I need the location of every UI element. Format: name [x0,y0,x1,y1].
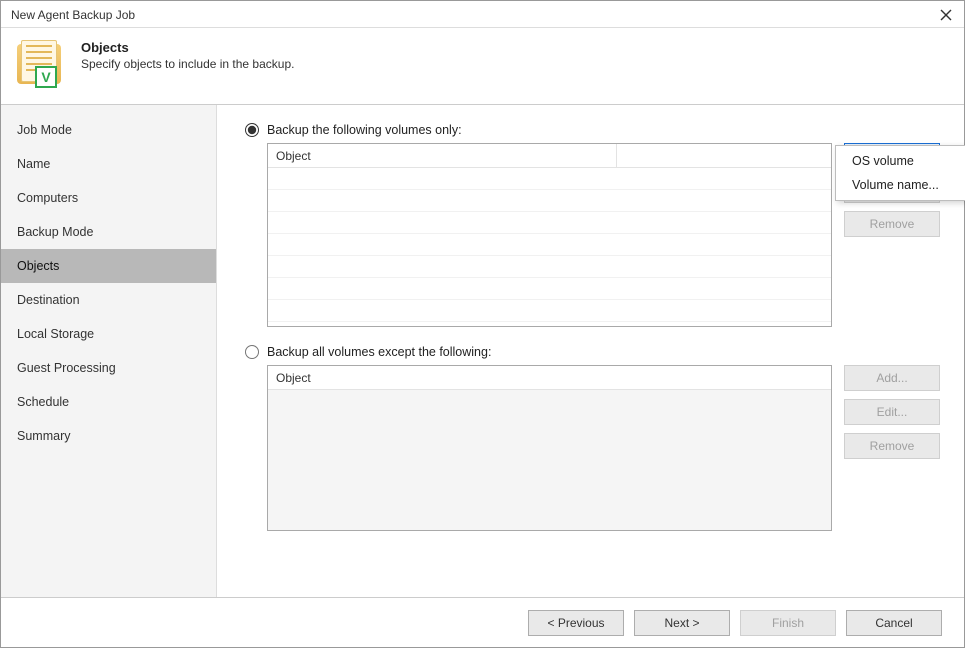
table-row[interactable] [268,190,831,212]
sidebar-item-label: Backup Mode [17,225,93,239]
sidebar-item-label: Local Storage [17,327,94,341]
option-include-volumes[interactable]: Backup the following volumes only: [245,123,940,137]
sidebar-item-destination[interactable]: Destination [1,283,216,317]
add-exclude-button: Add... [844,365,940,391]
sidebar-item-label: Name [17,157,50,171]
sidebar-item-label: Job Mode [17,123,72,137]
sidebar-item-schedule[interactable]: Schedule [1,385,216,419]
radio-include-volumes[interactable] [245,123,259,137]
objects-icon: V [15,38,67,90]
remove-exclude-button: Remove [844,433,940,459]
add-dropdown-menu[interactable]: OS volume Volume name... [835,145,965,201]
sidebar-item-label: Guest Processing [17,361,116,375]
exclude-table: Object [267,365,832,531]
remove-include-button: Remove [844,211,940,237]
close-icon[interactable] [938,7,954,23]
dropdown-item-volume-name[interactable]: Volume name... [836,173,965,197]
veeam-badge-icon: V [35,66,57,88]
exclude-table-header: Object [268,366,831,390]
header-texts: Objects Specify objects to include in th… [81,38,294,71]
sidebar-item-job-mode[interactable]: Job Mode [1,113,216,147]
wizard-body: Job Mode Name Computers Backup Mode Obje… [1,105,964,597]
exclude-buttons: Add... Edit... Remove [844,365,940,531]
sidebar-item-label: Summary [17,429,70,443]
option-include-label: Backup the following volumes only: [267,123,462,137]
include-table-header: Object [268,144,831,168]
sidebar-item-label: Objects [17,259,59,273]
sidebar-item-backup-mode[interactable]: Backup Mode [1,215,216,249]
wizard-window: New Agent Backup Job V Objects Specify o… [0,0,965,648]
sidebar-item-name[interactable]: Name [1,147,216,181]
sidebar-item-label: Computers [17,191,78,205]
sidebar-item-guest-processing[interactable]: Guest Processing [1,351,216,385]
titlebar: New Agent Backup Job [1,1,964,28]
previous-button[interactable]: < Previous [528,610,624,636]
wizard-content: Backup the following volumes only: Objec… [217,105,964,597]
sidebar-item-summary[interactable]: Summary [1,419,216,453]
window-title: New Agent Backup Job [11,8,135,22]
radio-exclude-volumes[interactable] [245,345,259,359]
next-button[interactable]: Next > [634,610,730,636]
exclude-panel: Object Add... Edit... Remove [267,365,940,531]
sidebar-item-local-storage[interactable]: Local Storage [1,317,216,351]
wizard-sidebar: Job Mode Name Computers Backup Mode Obje… [1,105,217,597]
include-column-object: Object [268,144,617,167]
sidebar-item-computers[interactable]: Computers [1,181,216,215]
finish-button: Finish [740,610,836,636]
page-title: Objects [81,40,294,55]
include-table-rows [268,168,831,322]
option-exclude-volumes[interactable]: Backup all volumes except the following: [245,345,940,359]
sidebar-item-label: Destination [17,293,80,307]
edit-exclude-button: Edit... [844,399,940,425]
table-row[interactable] [268,168,831,190]
option-exclude-label: Backup all volumes except the following: [267,345,491,359]
dropdown-item-os-volume[interactable]: OS volume [836,149,965,173]
wizard-footer: < Previous Next > Finish Cancel [1,597,964,647]
table-row[interactable] [268,234,831,256]
table-row[interactable] [268,300,831,322]
include-table[interactable]: Object [267,143,832,327]
page-subtitle: Specify objects to include in the backup… [81,57,294,71]
table-row[interactable] [268,212,831,234]
sidebar-item-objects[interactable]: Objects [1,249,216,283]
wizard-header: V Objects Specify objects to include in … [1,28,964,105]
table-row[interactable] [268,278,831,300]
include-column-blank [617,144,831,167]
sidebar-item-label: Schedule [17,395,69,409]
table-row[interactable] [268,256,831,278]
exclude-column-object: Object [268,366,831,389]
cancel-button[interactable]: Cancel [846,610,942,636]
